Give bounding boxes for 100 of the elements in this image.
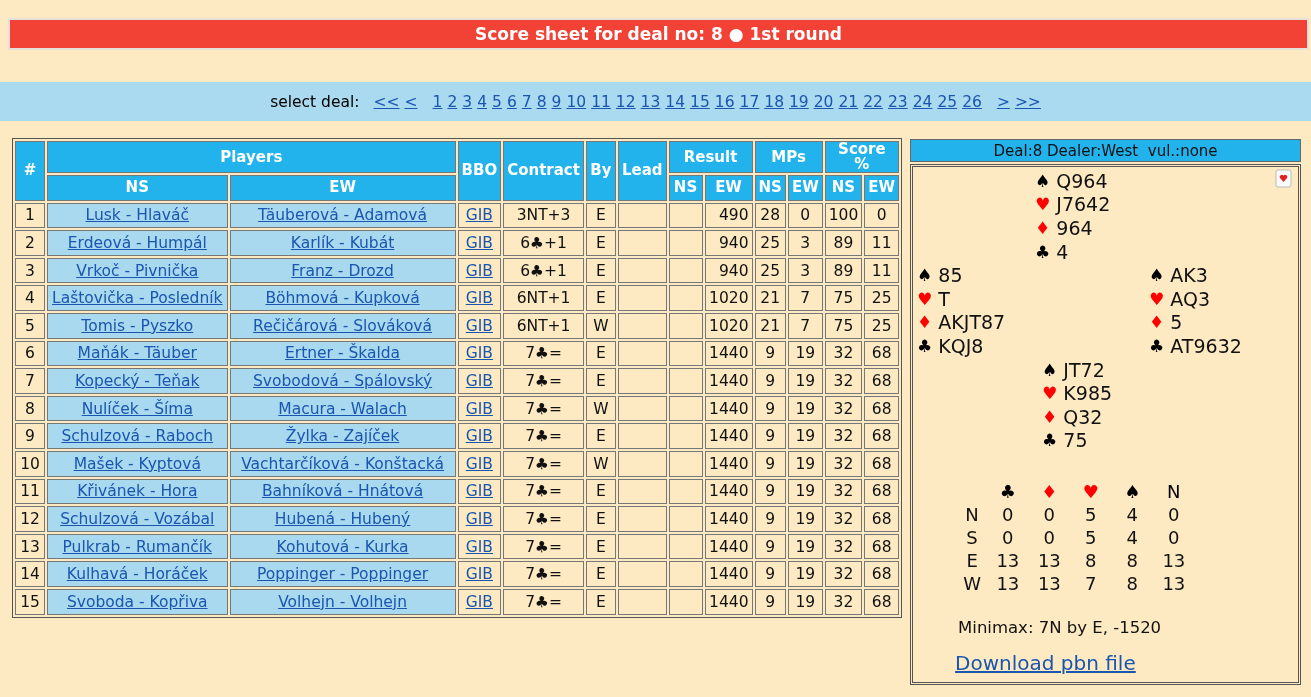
ew-pair-link[interactable]: Franz - Drozd <box>291 261 394 280</box>
ns-pair-link[interactable]: Erdeová - Humpál <box>67 234 207 252</box>
bbo-link[interactable]: GIB <box>465 565 493 584</box>
deal-link[interactable]: 17 <box>739 92 760 111</box>
ew-pair-link[interactable]: Poppinger - Poppinger <box>257 565 429 584</box>
bbo-link[interactable]: GIB <box>465 427 493 446</box>
ns-pair-link[interactable]: Nulíček - Šíma <box>81 399 193 418</box>
result-ew-cell: 1440 <box>704 478 753 505</box>
deal-link[interactable]: 3 <box>462 92 473 111</box>
column-header: Result <box>668 141 753 173</box>
ew-pair-link[interactable]: Svobodová - Spálovský <box>253 371 433 390</box>
bbo-link[interactable]: GIB <box>465 371 493 390</box>
deal-link[interactable]: 11 <box>591 92 611 111</box>
deal-link[interactable]: 13 <box>640 92 661 111</box>
ns-pair-link[interactable]: Kulhavá - Horáček <box>66 565 208 584</box>
ns-pair-link[interactable]: Křivánek - Hora <box>77 482 198 501</box>
mp-ew-cell: 3 <box>787 257 823 284</box>
deal-link[interactable]: 15 <box>690 92 710 111</box>
lead-cell <box>617 561 667 587</box>
ew-pair-link[interactable]: Vachtarčíková - Konštacká <box>241 454 444 473</box>
ew-pair-link[interactable]: Kohutová - Kurka <box>276 537 409 556</box>
deal-link[interactable]: 2 <box>447 92 458 111</box>
contract-cell: 7♣= <box>503 561 584 587</box>
declarer-cell: W <box>585 395 616 422</box>
bbo-link[interactable]: GIB <box>465 509 493 528</box>
column-header: NS <box>754 175 786 201</box>
ns-pair-link[interactable]: Pulkrab - Rumančík <box>62 537 212 556</box>
declarer-cell: E <box>585 285 616 311</box>
bbo-link[interactable]: GIB <box>465 592 493 611</box>
ew-pair-link[interactable]: Hubená - Hubený <box>274 509 411 528</box>
deal-link[interactable]: 21 <box>838 92 859 111</box>
ns-pair-link[interactable]: Maňák - Täuber <box>77 344 197 363</box>
playing-card-icon[interactable] <box>1275 169 1293 188</box>
score-ew-cell: 0 <box>864 202 900 229</box>
deal-link[interactable]: 22 <box>863 92 883 111</box>
mp-ns-cell: 9 <box>754 506 786 532</box>
deal-link[interactable]: >> <box>1014 92 1041 111</box>
bbo-link[interactable]: GIB <box>465 234 493 252</box>
bbo-link[interactable]: GIB <box>465 344 493 363</box>
deal-link[interactable]: 10 <box>566 92 587 111</box>
deal-link[interactable]: 12 <box>615 92 636 111</box>
seat-label: S <box>965 526 979 550</box>
download-pbn-link[interactable]: Download pbn file <box>955 651 1136 676</box>
score-ew-cell: 25 <box>864 285 900 311</box>
select-deal-label: select deal: <box>270 92 360 111</box>
row-number: 15 <box>15 588 45 615</box>
ew-pair-link[interactable]: Žylka - Zajíček <box>285 427 400 446</box>
ew-pair-link[interactable]: Volhejn - Volhejn <box>278 592 407 611</box>
ew-pair-link[interactable]: Karlík - Kubát <box>290 234 395 252</box>
bbo-link[interactable]: GIB <box>465 289 493 308</box>
ns-pair-link[interactable]: Tomis - Pyszko <box>81 316 194 335</box>
lead-cell <box>617 478 667 505</box>
ew-pair-link[interactable]: Täuberová - Adamová <box>258 206 427 225</box>
bbo-link[interactable]: GIB <box>465 261 493 280</box>
ew-pair-link[interactable]: Ertner - Škalda <box>285 344 401 363</box>
ew-pair-link[interactable]: Macura - Walach <box>278 399 407 418</box>
contract-cell: 7♣= <box>503 423 584 449</box>
bbo-link[interactable]: GIB <box>465 206 493 225</box>
deal-link[interactable]: 23 <box>887 92 908 111</box>
bbo-link[interactable]: GIB <box>465 399 493 418</box>
ns-pair-link[interactable]: Vrkoč - Pivnička <box>76 261 199 280</box>
bbo-link[interactable]: GIB <box>465 482 493 501</box>
bbo-link[interactable]: GIB <box>465 454 493 473</box>
mp-ns-cell: 9 <box>754 340 786 367</box>
deal-link[interactable]: << <box>373 92 400 111</box>
deal-link[interactable]: 5 <box>492 92 502 111</box>
ns-pair-link[interactable]: Schulzová - Vozábal <box>60 509 215 528</box>
bbo-link[interactable]: GIB <box>465 537 493 556</box>
deal-link[interactable]: 24 <box>912 92 933 111</box>
deal-link[interactable]: 14 <box>665 92 686 111</box>
ns-pair-link[interactable]: Mašek - Kyptová <box>73 454 201 473</box>
score-ew-cell: 68 <box>864 533 900 560</box>
bbo-link[interactable]: GIB <box>465 316 493 335</box>
trick-count: 8 <box>1125 549 1140 573</box>
deal-link[interactable]: 16 <box>714 92 735 111</box>
ns-pair-link[interactable]: Lusk - Hlaváč <box>85 206 189 225</box>
ns-pair-link[interactable]: Schulzová - Raboch <box>61 427 214 446</box>
deal-link[interactable]: 6 <box>506 92 517 111</box>
result-ns-cell <box>668 202 703 229</box>
ns-pair-link[interactable]: Svoboda - Kopřiva <box>66 592 208 611</box>
deal-link[interactable]: 25 <box>937 92 958 111</box>
ns-pair-link[interactable]: Laštovička - Posledník <box>52 289 223 308</box>
deal-link[interactable]: 18 <box>764 92 784 111</box>
deal-link[interactable]: 9 <box>551 92 562 111</box>
deal-link[interactable]: > <box>996 92 1010 111</box>
deal-link[interactable]: 26 <box>962 92 982 111</box>
ew-pair-link[interactable]: Bahníková - Hnátová <box>261 482 424 501</box>
deal-link[interactable]: 20 <box>813 92 834 111</box>
deal-link[interactable]: 19 <box>789 92 809 111</box>
ew-pair-link[interactable]: Böhmová - Kupková <box>265 289 420 308</box>
deal-link[interactable]: 7 <box>521 92 532 111</box>
deal-link[interactable]: 4 <box>477 92 487 111</box>
deal-link[interactable]: 1 <box>432 92 443 111</box>
ns-pair-link[interactable]: Kopecký - Teňak <box>75 371 200 390</box>
result-ns-cell <box>668 312 703 339</box>
deal-link[interactable]: < <box>404 92 418 111</box>
deal-link[interactable]: 8 <box>536 92 547 111</box>
card-holding: 5 <box>1170 311 1183 334</box>
ew-pair-link[interactable]: Rečičárová - Slováková <box>253 316 433 335</box>
trick-count: 8 <box>1084 549 1098 573</box>
